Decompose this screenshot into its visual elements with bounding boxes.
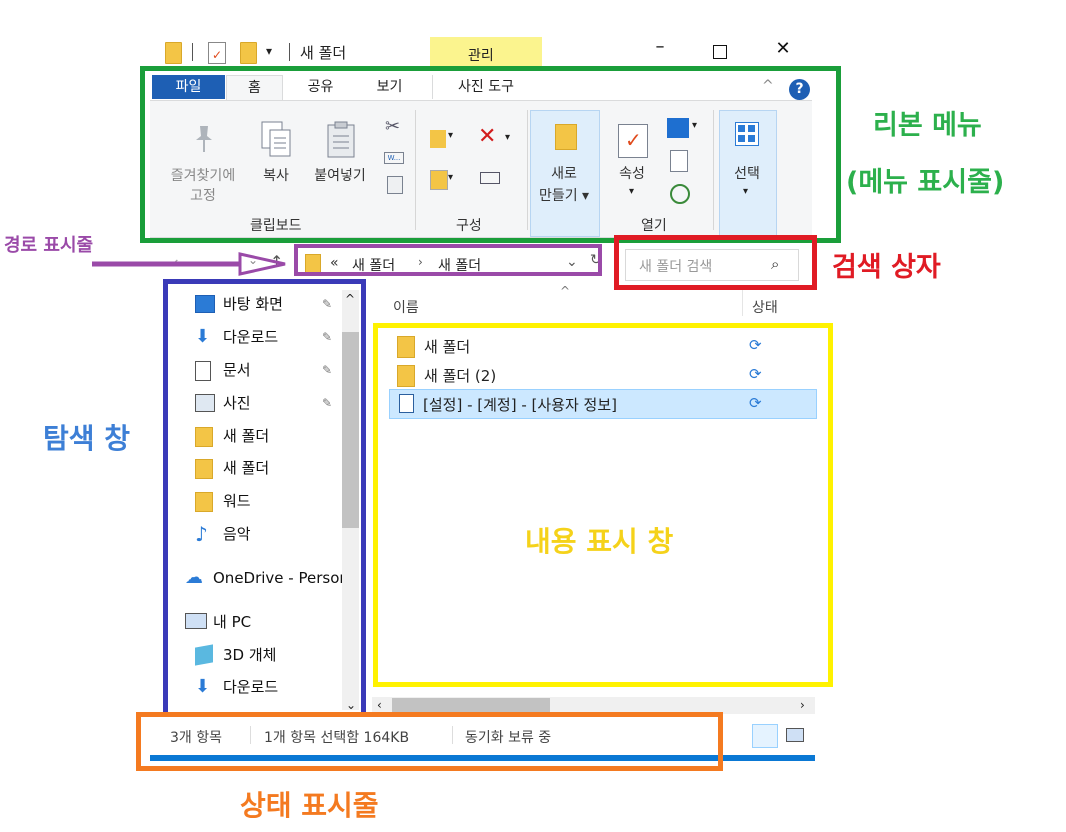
context-tab-manage[interactable]: 관리 — [468, 45, 494, 65]
new-folder-quick-icon[interactable] — [240, 42, 257, 64]
path-annotation-label: 경로 표시줄 — [4, 235, 94, 256]
scroll-left-icon[interactable]: ‹ — [377, 698, 382, 712]
ribbon-annotation-box — [140, 66, 841, 243]
customize-quick-access-icon[interactable]: ▾ — [266, 44, 272, 58]
sort-indicator-icon: ^ — [560, 284, 571, 298]
column-header-status[interactable]: 상태 — [752, 297, 778, 317]
content-annotation-box — [373, 323, 833, 687]
maximize-icon[interactable] — [713, 45, 727, 59]
status-annotation-box — [136, 712, 723, 771]
minimize-icon[interactable]: – — [650, 36, 670, 57]
column-header-name[interactable]: 이름 — [393, 297, 419, 317]
column-divider[interactable] — [742, 290, 743, 316]
path-annotation-box — [294, 244, 602, 276]
nav-annotation-box — [163, 279, 366, 717]
ribbon-annotation-sublabel: (메뉴 표시줄) — [846, 167, 1005, 198]
status-annotation-label: 상태 표시줄 — [240, 789, 379, 822]
folder-icon — [165, 42, 182, 64]
large-icons-view-icon[interactable] — [786, 728, 804, 742]
window-title: 새 폴더 — [300, 44, 347, 62]
nav-annotation-label: 탐색 창 — [43, 422, 131, 455]
close-icon[interactable]: ✕ — [773, 38, 793, 59]
search-annotation-box — [614, 235, 817, 290]
divider — [289, 43, 290, 61]
content-annotation-label: 내용 표시 창 — [525, 525, 674, 558]
ribbon-annotation-label: 리본 메뉴 — [873, 110, 982, 141]
search-annotation-label: 검색 상자 — [832, 252, 941, 283]
scroll-right-icon[interactable]: › — [800, 698, 805, 712]
divider — [192, 43, 193, 61]
hscrollbar-thumb[interactable] — [392, 698, 550, 713]
properties-quick-icon[interactable]: ✓ — [208, 42, 226, 64]
details-view-icon[interactable] — [752, 724, 778, 748]
